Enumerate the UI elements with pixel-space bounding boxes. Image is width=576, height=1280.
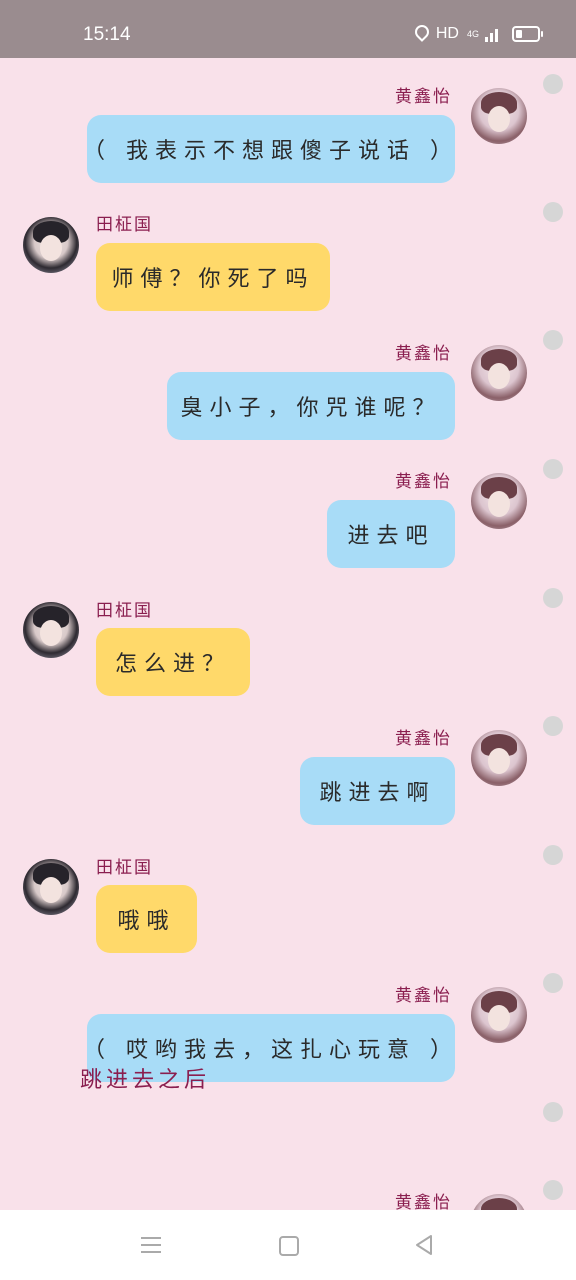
sender-name: 黄鑫怡: [395, 729, 452, 749]
select-dot[interactable]: [543, 973, 563, 993]
avatar[interactable]: [471, 88, 527, 144]
location-icon: [414, 25, 428, 43]
select-dot[interactable]: [543, 330, 563, 350]
avatar[interactable]: [23, 859, 79, 915]
sender-name: 黄鑫怡: [395, 344, 452, 364]
message-bubble[interactable]: 跳进去啊: [300, 757, 455, 825]
sender-name: 黄鑫怡: [395, 986, 452, 1006]
message-bubble[interactable]: 哦哦: [96, 885, 197, 953]
network-label: HD: [435, 25, 459, 42]
status-icons: HD 4G: [414, 25, 543, 43]
select-dot[interactable]: [543, 202, 563, 222]
home-icon[interactable]: [279, 1236, 299, 1256]
status-time: 15:14: [83, 24, 131, 45]
status-bar: 15:14 HD 4G: [0, 0, 576, 58]
navigation-bar: [0, 1210, 576, 1280]
battery-icon: [512, 26, 543, 42]
message-bubble[interactable]: （ 我表示不想跟傻子说话 ）: [83, 115, 455, 183]
sender-name: 田柾国: [96, 215, 153, 235]
sender-name: 黄鑫怡: [395, 472, 452, 492]
select-dot[interactable]: [543, 1102, 563, 1122]
signal-label: 4G: [466, 29, 479, 39]
select-dot[interactable]: [543, 74, 563, 94]
message-bubble[interactable]: 怎么进？: [96, 628, 250, 696]
select-dot[interactable]: [543, 588, 563, 608]
avatar[interactable]: [471, 730, 527, 786]
signal-icon: [485, 26, 498, 42]
select-dot[interactable]: [543, 1180, 563, 1200]
select-dot[interactable]: [543, 845, 563, 865]
chat-area[interactable]: 黄鑫怡 （ 我表示不想跟傻子说话 ） 田柾国 师傅？你死了吗 黄鑫怡 臭小子，你…: [0, 58, 576, 1210]
message-bubble[interactable]: 进去吧: [327, 500, 455, 568]
avatar[interactable]: [471, 987, 527, 1043]
sender-name: 黄鑫怡: [395, 87, 452, 107]
message-bubble[interactable]: 师傅？你死了吗: [96, 243, 330, 311]
sender-name: 田柾国: [96, 858, 153, 878]
avatar[interactable]: [471, 345, 527, 401]
avatar[interactable]: [23, 217, 79, 273]
back-icon[interactable]: [414, 1234, 434, 1256]
sender-name: 黄鑫怡: [395, 1193, 452, 1210]
narration-text: 跳进去之后: [80, 1068, 211, 1093]
sender-name: 田柾国: [96, 601, 153, 621]
menu-icon[interactable]: [141, 1237, 161, 1253]
avatar[interactable]: [471, 1194, 527, 1210]
avatar[interactable]: [471, 473, 527, 529]
select-dot[interactable]: [543, 716, 563, 736]
select-dot[interactable]: [543, 459, 563, 479]
avatar[interactable]: [23, 602, 79, 658]
message-bubble[interactable]: 臭小子，你咒谁呢？: [167, 372, 455, 440]
